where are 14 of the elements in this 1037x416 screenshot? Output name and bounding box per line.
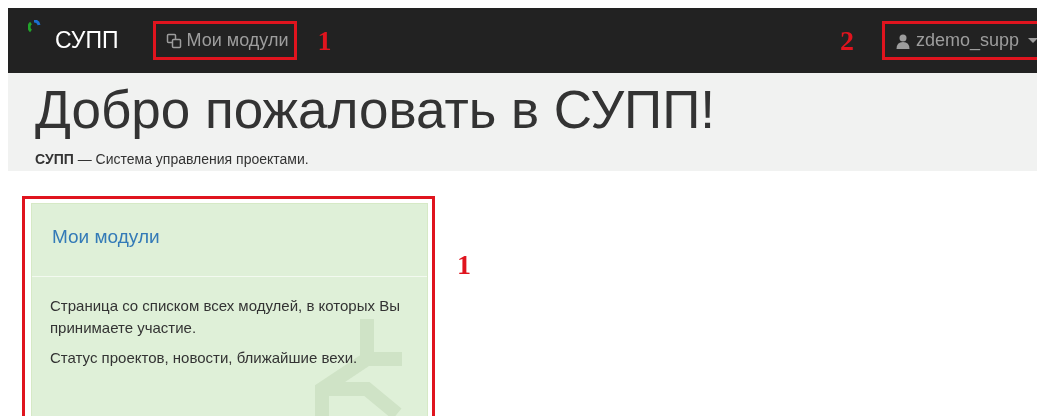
annotation-number: 2 <box>839 26 854 55</box>
page-title: Добро пожаловать в СУПП! <box>35 79 716 141</box>
caret-icon <box>1028 37 1037 44</box>
copy-icon <box>165 32 182 49</box>
card-text: Статус проектов, новости, ближайшие вехи. <box>50 348 359 368</box>
annotation-number: 1 <box>317 26 332 55</box>
card-text: Страница со списком всех модулей, в которых Вы принимаете участие. <box>50 296 401 338</box>
user-icon <box>894 32 911 49</box>
brand-name[interactable]: СУПП <box>55 27 119 54</box>
card-title[interactable]: Мои модули <box>52 226 407 248</box>
subtitle: СУПП — Система управления проектами. <box>35 151 310 167</box>
user-menu[interactable]: zdemo_supp <box>894 30 1037 51</box>
nav-link[interactable]: Мои модули <box>165 30 289 51</box>
annotation-number: 1 <box>457 251 471 279</box>
